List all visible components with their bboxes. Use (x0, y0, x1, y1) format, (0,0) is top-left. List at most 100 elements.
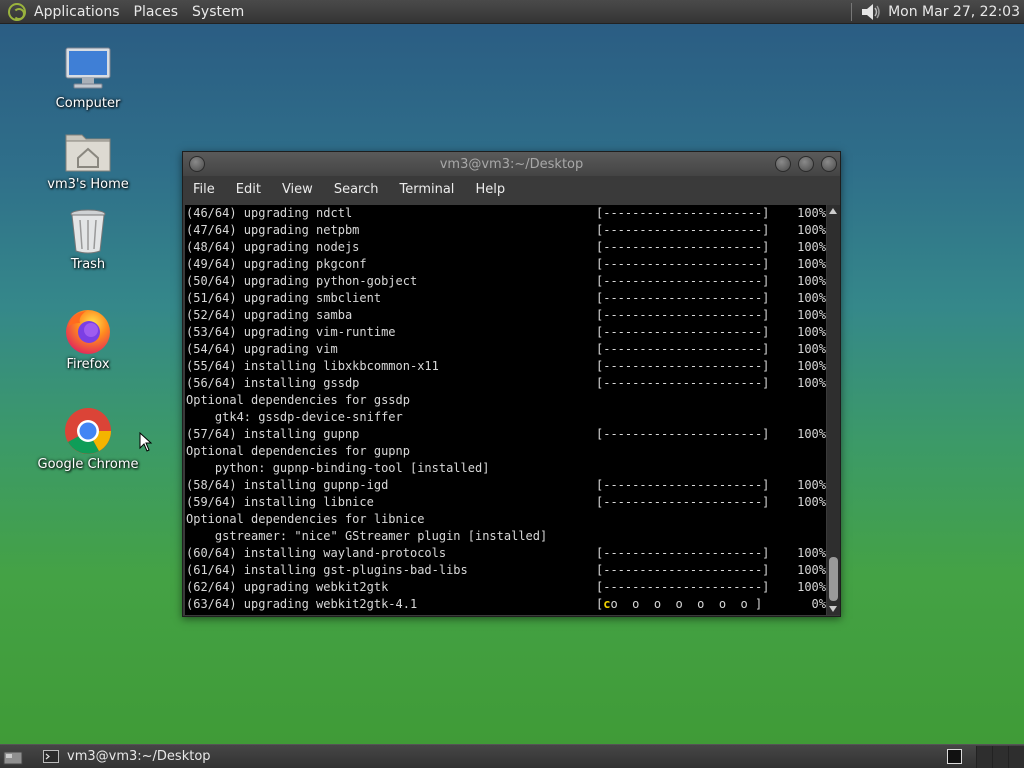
progress-percent: 100% (797, 325, 826, 339)
terminal-line-text: (55/64) installing libxkbcommon-x11 (186, 359, 439, 373)
desktop-icon-chrome[interactable]: Google Chrome (28, 405, 148, 472)
terminal-line-text: gstreamer: "nice" GStreamer plugin [inst… (186, 529, 548, 543)
terminal-lines: (46/64) upgrading ndctl [----------------… (185, 205, 826, 613)
terminal-line-text: (49/64) upgrading pkgconf (186, 257, 367, 271)
terminal-output[interactable]: (46/64) upgrading ndctl [----------------… (185, 205, 826, 615)
progress-percent: 100% (797, 546, 826, 560)
tray-separator (851, 2, 853, 21)
terminal-line: gtk4: gssdp-device-sniffer (186, 409, 826, 426)
menu-system[interactable]: System (192, 4, 244, 20)
home-folder-icon (65, 134, 111, 172)
terminal-line-text: Optional dependencies for gssdp (186, 393, 410, 407)
terminal-line-text: (63/64) upgrading webkit2gtk-4.1 (186, 597, 418, 611)
maximize-button[interactable] (798, 156, 814, 172)
desktop-icon-label: Firefox (66, 357, 110, 372)
progress-bar-text: [----------------------] (596, 308, 770, 322)
terminal-line: (59/64) installing libnice [-------------… (186, 494, 826, 511)
progress-bar-text: [----------------------] (596, 291, 770, 305)
terminal-line: (47/64) upgrading netpbm [---------------… (186, 222, 826, 239)
menu-applications[interactable]: Applications (34, 4, 120, 20)
progress-percent: 100% (797, 359, 826, 373)
terminal-line: (46/64) upgrading ndctl [----------------… (186, 205, 826, 222)
progress-bar-text: [----------------------] (596, 325, 770, 339)
terminal-line-text: Optional dependencies for libnice (186, 512, 425, 526)
terminal-line: Optional dependencies for gssdp (186, 392, 826, 409)
workspace-4[interactable] (1008, 745, 1024, 768)
progress-percent: 100% (797, 308, 826, 322)
progress-bar-text: [----------------------] (596, 240, 770, 254)
progress-percent: 100% (797, 291, 826, 305)
terminal-line-text: (59/64) installing libnice (186, 495, 374, 509)
progress-percent: 100% (797, 342, 826, 356)
progress-bar-text: [----------------------] (596, 342, 770, 356)
terminal-line: Optional dependencies for libnice (186, 511, 826, 528)
menu-places[interactable]: Places (134, 4, 179, 20)
workspace-2[interactable] (976, 745, 992, 768)
firefox-icon (66, 310, 110, 354)
desktop-icon-label: Trash (70, 257, 106, 272)
show-desktop-icon[interactable] (3, 749, 23, 765)
desktop-icon-label: vm3's Home (47, 177, 129, 192)
progress-percent: 100% (797, 478, 826, 492)
terminal-line: (60/64) installing wayland-protocols [---… (186, 545, 826, 562)
terminal-line-text: (54/64) upgrading vim (186, 342, 338, 356)
terminal-line: (62/64) upgrading webkit2gtk [-----------… (186, 579, 826, 596)
desktop-icon-trash[interactable]: Trash (28, 205, 148, 272)
progress-percent: 100% (797, 257, 826, 271)
speaker-icon[interactable] (860, 2, 882, 22)
terminal-window[interactable]: vm3@vm3:~/Desktop File Edit View Search … (182, 151, 841, 617)
menu-terminal[interactable]: Terminal (399, 182, 454, 197)
terminal-titlebar[interactable]: vm3@vm3:~/Desktop (183, 152, 840, 176)
menu-edit[interactable]: Edit (236, 182, 261, 197)
menu-view[interactable]: View (282, 182, 313, 197)
pacman-progress-icon: c (603, 597, 611, 611)
distro-logo-icon[interactable] (8, 2, 26, 21)
desktop-icon-home[interactable]: vm3's Home (28, 125, 148, 192)
terminal-line-text: (58/64) installing gupnp-igd (186, 478, 389, 492)
progress-bar-text: [----------------------] (596, 546, 770, 560)
close-button[interactable] (821, 156, 837, 172)
desktop-icon-label: Computer (55, 96, 121, 111)
desktop-icon-computer[interactable]: Computer (28, 44, 148, 111)
scroll-down-arrow-icon[interactable] (829, 606, 837, 612)
progress-bar-text: [----------------------] (596, 427, 770, 441)
terminal-line-text: gtk4: gssdp-device-sniffer (186, 410, 403, 424)
desktop-icon-firefox[interactable]: Firefox (28, 305, 148, 372)
menu-file[interactable]: File (193, 182, 215, 197)
window-menu-button[interactable] (189, 156, 205, 172)
progress-bar-text: [----------------------] (596, 206, 770, 220)
terminal-line: python: gupnp-binding-tool [installed] (186, 460, 826, 477)
terminal-line-text: (57/64) installing gupnp (186, 427, 360, 441)
terminal-line: (55/64) installing libxkbcommon-x11 [----… (186, 358, 826, 375)
progress-bar-text: [----------------------] (596, 580, 770, 594)
scroll-thumb[interactable] (829, 557, 838, 601)
minimize-button[interactable] (775, 156, 791, 172)
desktop-icon-label: Google Chrome (37, 457, 139, 472)
terminal-scrollbar[interactable] (827, 205, 840, 615)
clock[interactable]: Mon Mar 27, 22:03 (888, 4, 1020, 20)
terminal-line: (54/64) upgrading vim [------------------… (186, 341, 826, 358)
terminal-line: (63/64) upgrading webkit2gtk-4.1 [co o o … (186, 596, 826, 613)
progress-bar-text: [----------------------] (596, 563, 770, 577)
terminal-line: (49/64) upgrading pkgconf [--------------… (186, 256, 826, 273)
terminal-line-text: (62/64) upgrading webkit2gtk (186, 580, 389, 594)
terminal-line: (48/64) upgrading nodejs [---------------… (186, 239, 826, 256)
scroll-up-arrow-icon[interactable] (829, 208, 837, 214)
progress-percent: 100% (797, 206, 826, 220)
progress-percent: 100% (797, 580, 826, 594)
terminal-line-text: python: gupnp-binding-tool [installed] (186, 461, 490, 475)
progress-bar-text: [co o o o o o o ] (596, 597, 763, 611)
workspace-1[interactable] (947, 749, 962, 764)
progress-bar-text: [----------------------] (596, 376, 770, 390)
progress-percent: 100% (797, 427, 826, 441)
menu-search[interactable]: Search (334, 182, 379, 197)
taskbar-item-label: vm3@vm3:~/Desktop (67, 749, 211, 764)
taskbar-item-terminal[interactable]: vm3@vm3:~/Desktop (37, 747, 217, 767)
terminal-line: (52/64) upgrading samba [----------------… (186, 307, 826, 324)
menu-help[interactable]: Help (475, 182, 505, 197)
terminal-menubar: File Edit View Search Terminal Help (183, 176, 840, 203)
workspace-3[interactable] (992, 745, 1008, 768)
terminal-line: gstreamer: "nice" GStreamer plugin [inst… (186, 528, 826, 545)
progress-bar-text: [----------------------] (596, 223, 770, 237)
terminal-line: (61/64) installing gst-plugins-bad-libs [… (186, 562, 826, 579)
